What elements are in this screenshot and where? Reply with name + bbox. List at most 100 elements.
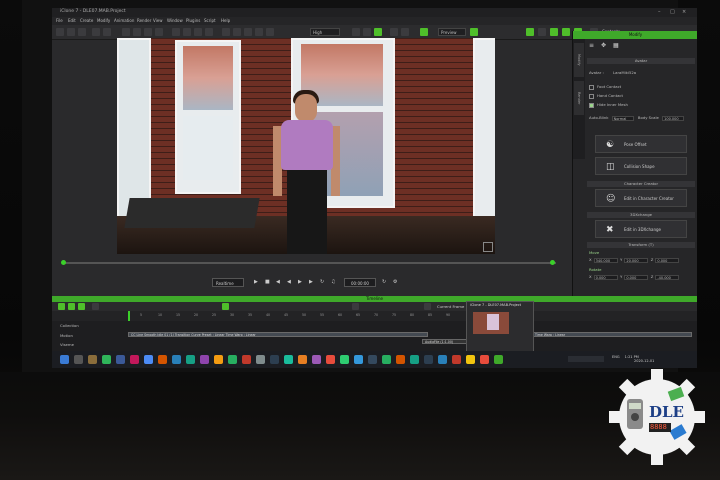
tab-render[interactable]: Render xyxy=(574,81,584,115)
motion-clip-right[interactable]: Time Warp : Linear xyxy=(532,332,692,337)
rotate-x-field[interactable]: 0.000 xyxy=(593,274,618,280)
select-icon[interactable] xyxy=(122,28,130,36)
timeline-track-icon[interactable] xyxy=(68,303,75,310)
app-icon[interactable] xyxy=(424,355,433,364)
preview-select[interactable]: Preview xyxy=(438,28,466,36)
audio-icon[interactable]: ♫ xyxy=(331,280,336,285)
app-icon[interactable] xyxy=(200,355,209,364)
time-slider-start-handle[interactable] xyxy=(61,260,66,265)
forward-icon[interactable]: ▶ xyxy=(309,280,314,285)
track-viseme[interactable]: Viseme xyxy=(60,342,74,347)
menu-view[interactable]: View xyxy=(153,18,163,23)
app-icon[interactable] xyxy=(298,355,307,364)
playback-mode-select[interactable]: Realtime xyxy=(212,278,244,287)
settings-icon[interactable]: ⚙ xyxy=(393,280,398,285)
body-scale-field[interactable]: 100.000 xyxy=(662,115,685,121)
menu-help[interactable]: Help xyxy=(221,18,230,23)
quality-select[interactable]: High xyxy=(310,28,340,36)
grid-icon[interactable] xyxy=(233,28,241,36)
app-icon[interactable] xyxy=(158,355,167,364)
open-icon[interactable] xyxy=(67,28,75,36)
language-indicator[interactable]: ENG xyxy=(612,355,620,359)
edit-in-3dxchange-button[interactable]: ✖ Edit in 3DXchange xyxy=(595,220,687,238)
motion-clip[interactable]: CC Line Smooth Idle 01 (1) Transition Cu… xyxy=(128,332,428,337)
sliders-icon[interactable]: ≡ xyxy=(589,42,594,49)
app-icon[interactable] xyxy=(186,355,195,364)
pan-icon[interactable] xyxy=(194,28,202,36)
rewind-icon[interactable]: ◀ xyxy=(276,280,281,285)
scale-icon[interactable] xyxy=(155,28,163,36)
app-icon[interactable] xyxy=(130,355,139,364)
menu-script[interactable]: Script xyxy=(204,18,216,23)
menu-modify[interactable]: Modify xyxy=(97,18,110,23)
screenshot-icon[interactable] xyxy=(266,28,274,36)
track-collection[interactable]: Collection xyxy=(60,323,79,328)
redo-icon[interactable] xyxy=(103,28,111,36)
edit-in-character-creator-button[interactable]: ☺ Edit in Character Creator xyxy=(595,189,687,207)
search-icon[interactable] xyxy=(74,355,83,364)
prev-frame-icon[interactable]: ◀ xyxy=(287,280,292,285)
app-icon[interactable] xyxy=(326,355,335,364)
app-icon[interactable] xyxy=(438,355,447,364)
move-x-field[interactable]: 340.000 xyxy=(593,257,618,263)
menu-animation[interactable]: Animation xyxy=(114,18,134,23)
close-icon[interactable]: × xyxy=(682,9,686,15)
move-icon[interactable] xyxy=(133,28,141,36)
tray-icons[interactable] xyxy=(568,356,604,362)
track-motion[interactable]: Motion xyxy=(60,333,73,338)
orbit-icon[interactable] xyxy=(205,28,213,36)
wand-icon[interactable] xyxy=(562,28,570,36)
timeline-motion-icon[interactable] xyxy=(78,303,85,310)
grid-snap-icon[interactable] xyxy=(420,28,428,36)
menu-create[interactable]: Create xyxy=(80,18,93,23)
frame-icon[interactable] xyxy=(363,28,371,36)
autoblink-select[interactable]: Normal xyxy=(611,115,634,121)
app-icon[interactable] xyxy=(396,355,405,364)
explorer-icon[interactable] xyxy=(88,355,97,364)
app-icon[interactable] xyxy=(312,355,321,364)
app-icon[interactable] xyxy=(410,355,419,364)
rotate-y-field[interactable]: 0.000 xyxy=(624,274,649,280)
timecode-field[interactable]: 00:00:00 xyxy=(344,278,376,287)
hide-inner-mesh-checkbox[interactable]: Hide Inner Mesh xyxy=(589,102,628,108)
ik-icon[interactable] xyxy=(390,28,398,36)
move-y-field[interactable]: 20.000 xyxy=(624,257,649,263)
app-icon[interactable] xyxy=(340,355,349,364)
app-icon[interactable] xyxy=(214,355,223,364)
taskbar-preview-popup[interactable]: iClone 7 - DLE07.MAB.Project xyxy=(466,301,534,355)
next-frame-icon[interactable]: ▶ xyxy=(298,280,303,285)
start-icon[interactable] xyxy=(60,355,69,364)
pose-offset-button[interactable]: ☯ Pose Offset xyxy=(595,135,687,153)
motion-icon[interactable]: ✥ xyxy=(601,42,606,49)
toggle-green-icon[interactable] xyxy=(374,28,382,36)
layers-icon[interactable] xyxy=(538,28,546,36)
foot-contact-checkbox[interactable]: Foot Contact xyxy=(589,84,621,90)
maximize-icon[interactable]: □ xyxy=(670,9,675,15)
timeline-record-icon[interactable] xyxy=(222,303,229,310)
app-icon[interactable] xyxy=(354,355,363,364)
app-icon[interactable] xyxy=(256,355,265,364)
shading-icon[interactable] xyxy=(255,28,263,36)
timeline-play-icon[interactable] xyxy=(352,303,359,310)
app-icon[interactable] xyxy=(228,355,237,364)
menu-plugins[interactable]: Plugins xyxy=(186,18,200,23)
timeline-zoom-icon[interactable] xyxy=(424,303,431,310)
hand-contact-checkbox[interactable]: Hand Contact xyxy=(589,93,623,99)
app-icon[interactable] xyxy=(144,355,153,364)
undo-icon[interactable] xyxy=(92,28,100,36)
fk-icon[interactable] xyxy=(401,28,409,36)
brush-icon[interactable] xyxy=(550,28,558,36)
paint-icon[interactable] xyxy=(526,28,534,36)
menu-edit[interactable]: Edit xyxy=(68,18,76,23)
app-icon[interactable] xyxy=(382,355,391,364)
app-icon[interactable] xyxy=(270,355,279,364)
minimize-icon[interactable]: – xyxy=(658,9,661,15)
menu-window[interactable]: Window xyxy=(167,18,183,23)
rotate-icon[interactable] xyxy=(144,28,152,36)
timeline-filter-icon[interactable] xyxy=(92,303,99,310)
menu-file[interactable]: File xyxy=(56,18,63,23)
character-avatar[interactable] xyxy=(267,80,347,254)
app-icon[interactable] xyxy=(242,355,251,364)
collision-shape-button[interactable]: ◫ Collision Shape xyxy=(595,157,687,175)
app-icon[interactable] xyxy=(480,355,489,364)
